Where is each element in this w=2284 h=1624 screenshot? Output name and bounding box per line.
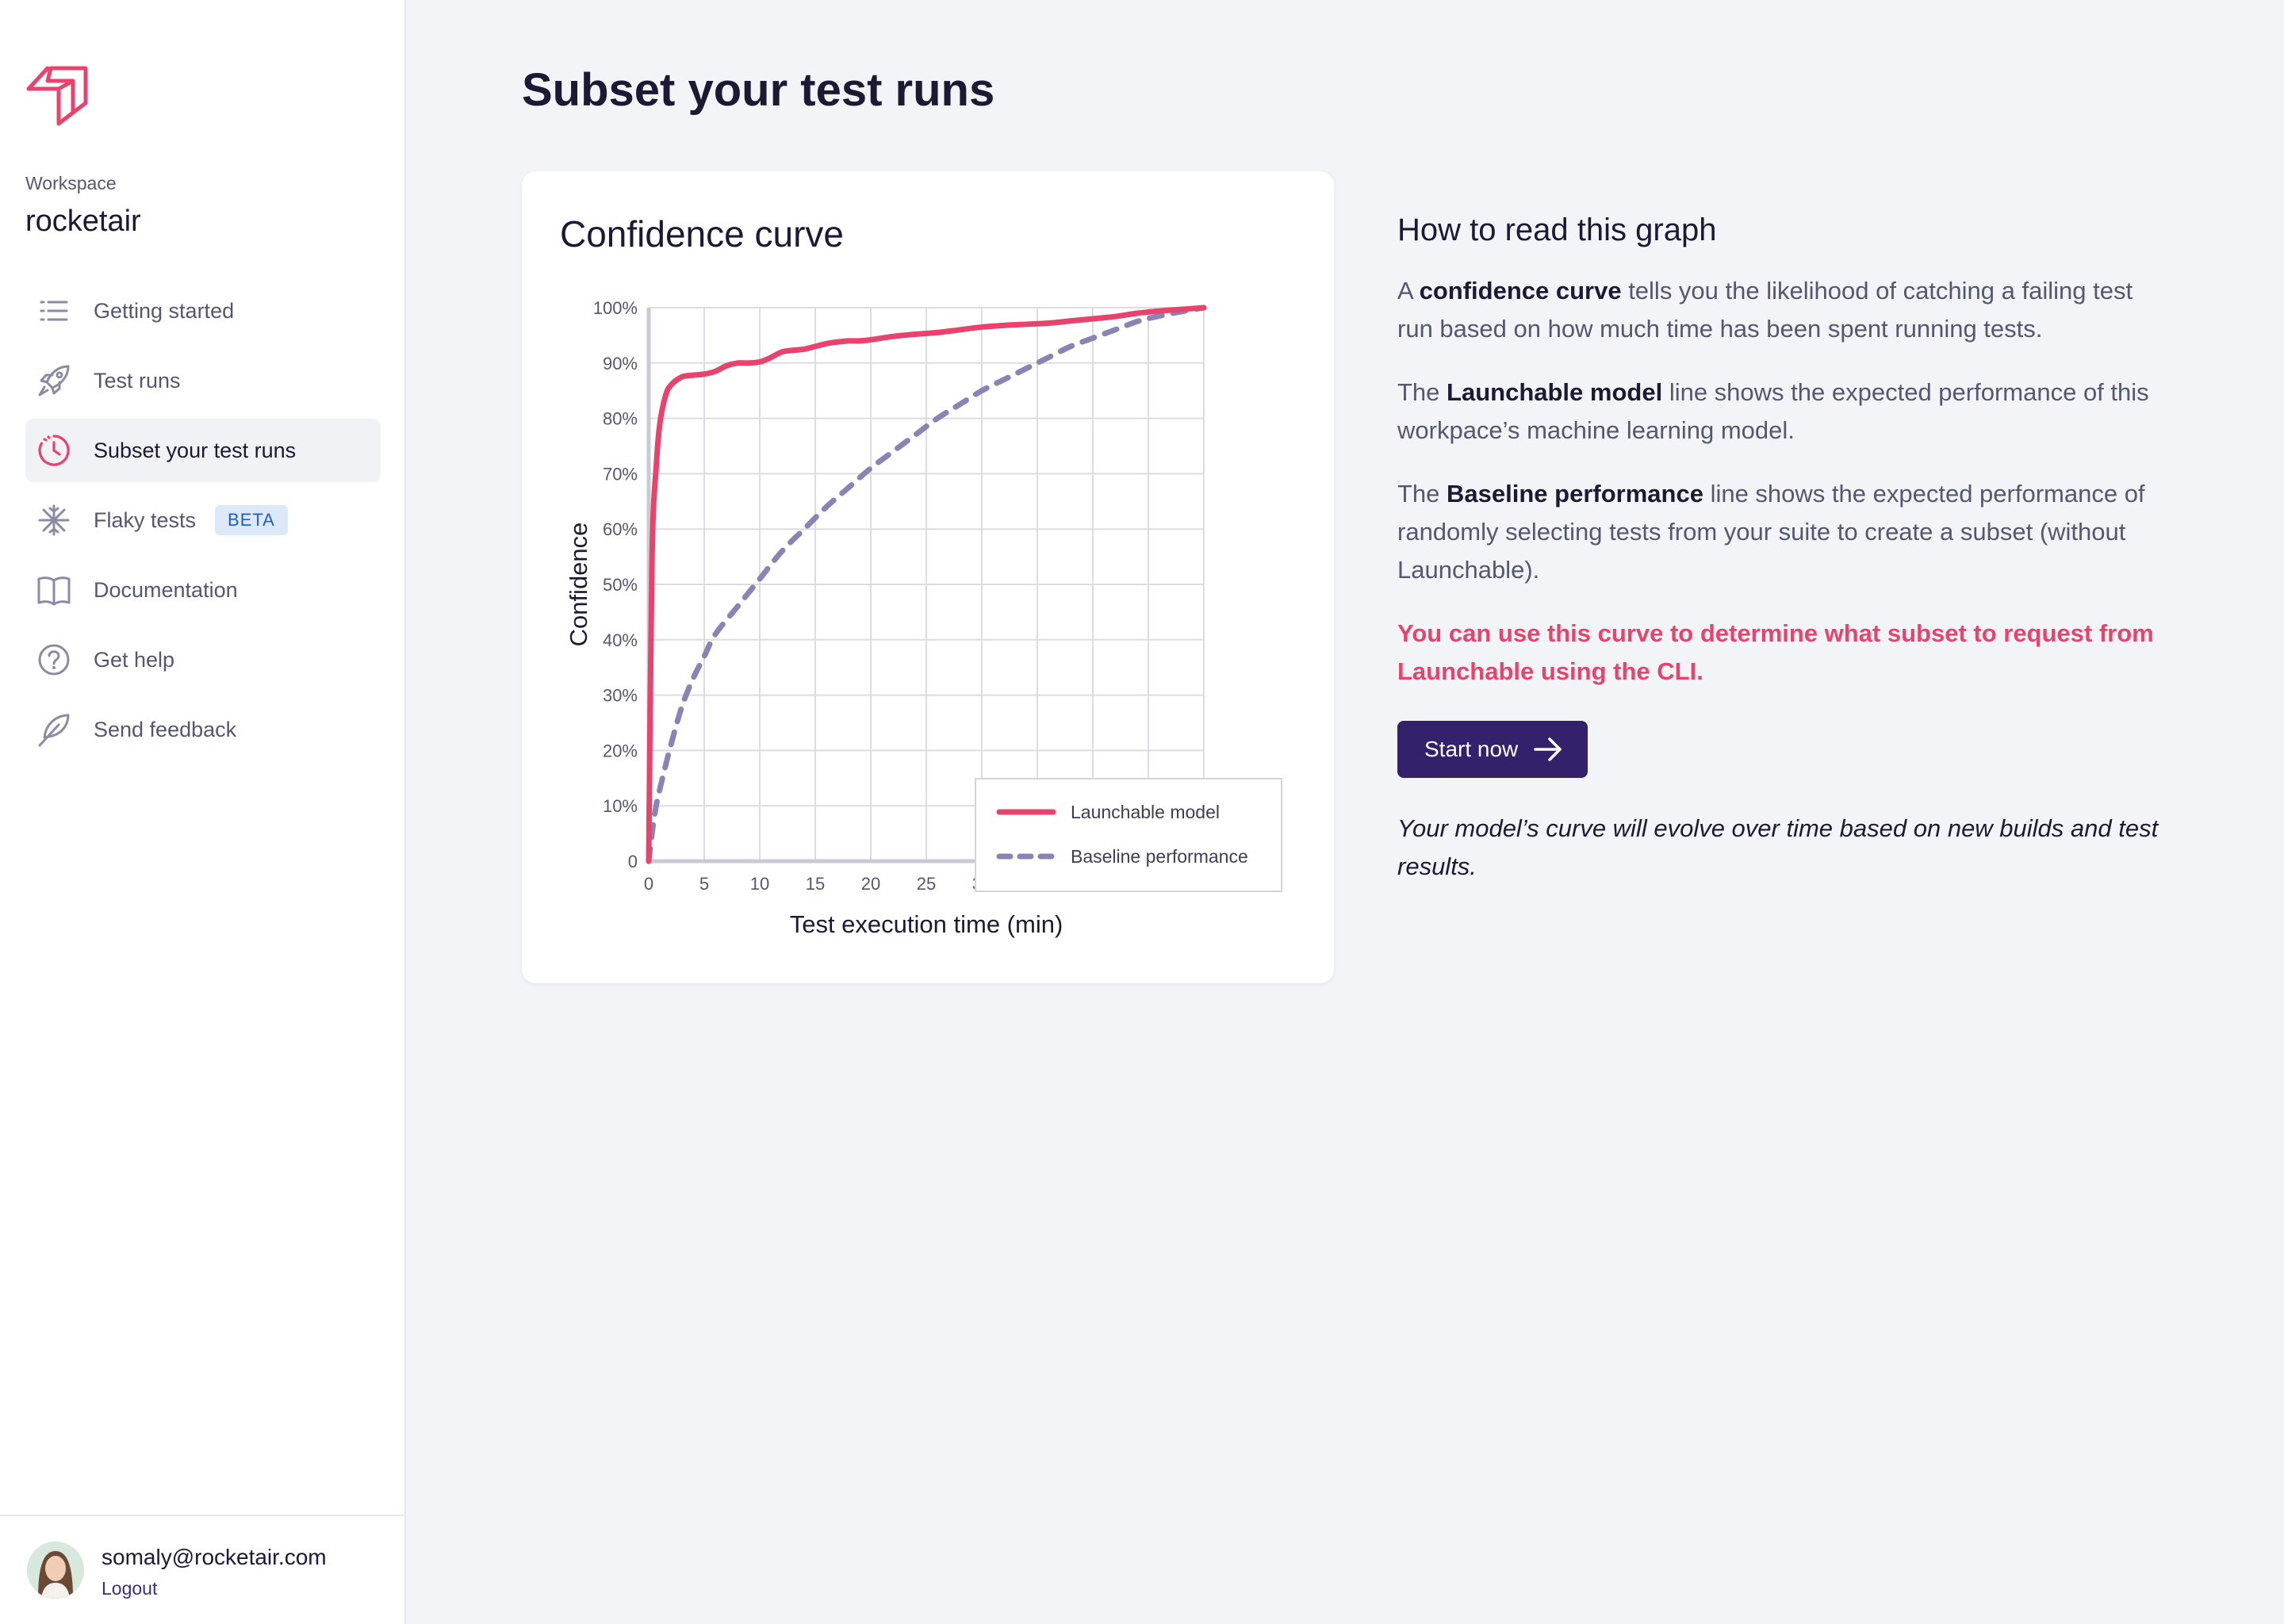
x-tick-label: 15 — [806, 874, 825, 894]
text-segment: The — [1397, 378, 1447, 406]
legend-box — [975, 778, 1282, 892]
sidebar-item-subset-test-runs[interactable]: Subset your test runs — [25, 419, 381, 482]
arrow-right-icon — [1534, 737, 1562, 761]
clock-icon — [36, 433, 71, 468]
workspace-label: Workspace — [25, 173, 117, 193]
y-tick-label: 70% — [603, 464, 638, 484]
text-segment: A — [1397, 277, 1420, 304]
y-tick-label: 90% — [603, 354, 638, 373]
start-now-label: Start now — [1424, 737, 1519, 761]
beta-badge: BETA — [215, 505, 288, 535]
page-title: Subset your test runs — [522, 64, 995, 116]
card-title: Confidence curve — [560, 213, 844, 255]
info-paragraph-model: The Launchable model line shows the expe… — [1397, 373, 2159, 450]
confidence-curve-card: Confidence curve 05101520253035404550010… — [522, 171, 1334, 983]
sidebar-item-label: Test runs — [94, 368, 181, 393]
help-icon — [36, 642, 71, 677]
y-tick-label: 50% — [603, 575, 638, 595]
text-segment: The — [1397, 480, 1447, 508]
bold-term: Baseline performance — [1447, 480, 1703, 508]
bold-term: Launchable model — [1447, 378, 1663, 406]
cli-callout: You can use this curve to determine what… — [1397, 619, 2154, 685]
avatar[interactable] — [27, 1542, 84, 1599]
user-email: somaly@rocketair.com — [102, 1545, 327, 1569]
launchable-logo[interactable] — [24, 62, 89, 127]
logout-link[interactable]: Logout — [102, 1578, 157, 1599]
sidebar-item-documentation[interactable]: Documentation — [25, 558, 381, 622]
x-tick-label: 0 — [644, 874, 653, 894]
sidebar-item-label: Get help — [94, 647, 175, 672]
y-tick-label: 0 — [628, 852, 638, 871]
confidence-chart: 05101520253035404550010%20%30%40%50%60%7… — [565, 298, 1282, 938]
info-paragraph-baseline: The Baseline performance line shows the … — [1397, 475, 2159, 589]
y-tick-label: 40% — [603, 630, 638, 650]
evolve-note: Your model’s curve will evolve over time… — [1397, 814, 2159, 880]
sidebar-item-flaky-tests[interactable]: Flaky tests BETA — [25, 488, 381, 552]
y-tick-label: 10% — [603, 796, 638, 816]
x-tick-label: 25 — [917, 874, 936, 894]
how-to-read-panel: How to read this graph A confidence curv… — [1397, 213, 2159, 911]
legend-label: Baseline performance — [1071, 846, 1248, 867]
sidebar: Workspace rocketair Getting started Test… — [0, 0, 406, 1624]
sidebar-item-send-feedback[interactable]: Send feedback — [25, 698, 381, 761]
info-heading: How to read this graph — [1397, 213, 1717, 247]
sidebar-item-label: Getting started — [94, 298, 235, 323]
sidebar-item-label: Send feedback — [94, 717, 237, 741]
rocket-icon — [36, 363, 71, 398]
list-icon — [36, 293, 71, 328]
x-axis-label: Test execution time (min) — [790, 910, 1063, 938]
user-panel: somaly@rocketair.com Logout — [0, 1515, 404, 1624]
sidebar-item-test-runs[interactable]: Test runs — [25, 349, 381, 412]
info-paragraph-confidence: A confidence curve tells you the likelih… — [1397, 272, 2159, 348]
workspace-name: rocketair — [25, 205, 141, 238]
y-axis-label: Confidence — [565, 523, 592, 647]
sidebar-item-label: Flaky tests — [94, 508, 197, 532]
sidebar-item-get-help[interactable]: Get help — [25, 628, 381, 691]
sidebar-item-getting-started[interactable]: Getting started — [25, 279, 381, 343]
sidebar-item-label: Subset your test runs — [94, 438, 297, 462]
start-now-button[interactable]: Start now — [1397, 721, 1588, 778]
x-tick-label: 10 — [750, 874, 769, 894]
legend-label: Launchable model — [1071, 802, 1220, 822]
y-tick-label: 30% — [603, 686, 638, 706]
feather-icon — [36, 712, 71, 747]
y-tick-label: 100% — [593, 298, 638, 318]
y-tick-label: 20% — [603, 741, 638, 760]
y-tick-label: 60% — [603, 519, 638, 539]
y-tick-label: 80% — [603, 409, 638, 429]
sidebar-item-label: Documentation — [94, 577, 238, 602]
sidebar-nav: Getting started Test runs Subset your te… — [25, 279, 381, 768]
book-icon — [36, 573, 71, 607]
x-tick-label: 20 — [861, 874, 880, 894]
bold-term: confidence curve — [1419, 277, 1622, 304]
snowflake-icon — [36, 503, 71, 538]
x-tick-label: 5 — [699, 874, 709, 894]
